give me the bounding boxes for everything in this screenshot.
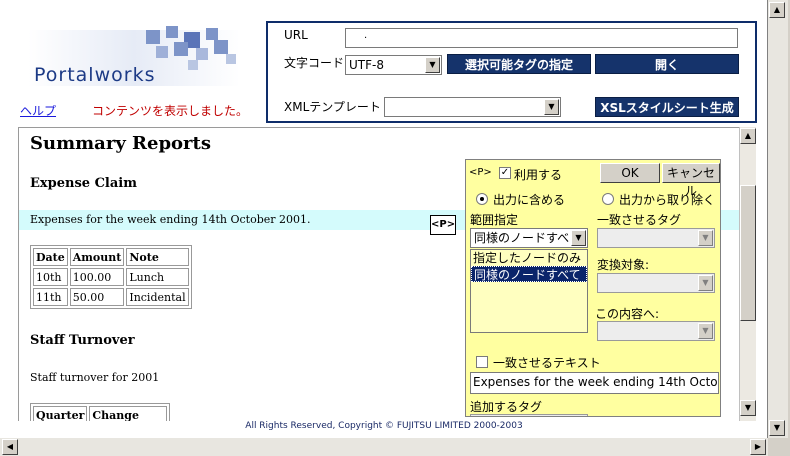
chevron-down-icon[interactable]: ▼ (571, 230, 586, 246)
convert-target-select[interactable]: ▼ (597, 273, 715, 293)
page-title: Summary Reports (30, 133, 211, 154)
table-cell: 11th (33, 288, 68, 306)
window-horizontal-scrollbar[interactable]: ◀ ▶ (0, 438, 768, 456)
xsl-generate-button[interactable]: XSLスタイルシート生成 (595, 97, 739, 117)
table-row: 10th 100.00 Lunch (33, 268, 189, 286)
chevron-down-icon[interactable]: ▼ (425, 57, 440, 73)
table-cell: Incidental (126, 288, 189, 306)
dialog-tag-label: <P> (469, 167, 492, 178)
cancel-button[interactable]: キャンセル (662, 163, 720, 198)
scrollbar-thumb[interactable] (740, 185, 756, 321)
scroll-up-icon[interactable]: ▲ (769, 2, 785, 18)
encoding-select[interactable]: UTF-8 ▼ (345, 55, 442, 75)
to-content-label: この内容へ: (595, 307, 660, 321)
use-label: 利用する (514, 168, 563, 182)
open-button[interactable]: 開く (595, 54, 739, 74)
list-item[interactable]: 指定したノードのみ (471, 250, 587, 266)
chevron-down-icon[interactable]: ▼ (544, 99, 559, 115)
range-options-list[interactable]: 指定したノードのみ 同様のノードすべて (470, 249, 588, 333)
range-value: 同様のノードすべ (474, 231, 570, 245)
help-link[interactable]: ヘルプ (20, 102, 56, 119)
range-select[interactable]: 同様のノードすべ ▼ (470, 228, 588, 248)
p-tag-marker[interactable]: <P> (430, 215, 456, 235)
expense-text[interactable]: Expenses for the week ending 14th Octobe… (30, 213, 311, 226)
logo-text: Portalworks (34, 64, 156, 86)
match-text-label: 一致させるテキスト (493, 356, 601, 370)
status-message: コンテンツを表示しました。 (92, 104, 249, 118)
staff-heading: Staff Turnover (30, 333, 135, 348)
select-tags-button[interactable]: 選択可能タグの指定 (447, 54, 591, 74)
url-label: URL (284, 28, 308, 42)
range-label: 範囲指定 (470, 213, 519, 227)
match-text-checkbox[interactable] (476, 356, 488, 368)
table-header: Date (33, 248, 68, 266)
exclude-radio[interactable] (602, 193, 614, 205)
ok-button[interactable]: OK (600, 163, 660, 183)
match-tag-select[interactable]: ▼ (597, 228, 715, 248)
window-vertical-scrollbar[interactable]: ▲ ▼ (768, 0, 788, 438)
table-header: Quarter (33, 406, 88, 421)
table-row: 11th 50.00 Incidental (33, 288, 189, 306)
match-tag-label: 一致させるタグ (597, 213, 682, 227)
staff-table-wrapper: Quarter Change (30, 403, 171, 421)
xml-template-select[interactable]: ▼ (384, 97, 561, 117)
staff-text: Staff turnover for 2001 (30, 371, 160, 384)
convert-target-label: 変換対象: (597, 258, 650, 272)
to-content-select[interactable]: ▼ (597, 321, 715, 341)
chevron-down-icon: ▼ (698, 323, 713, 339)
encoding-value: UTF-8 (349, 58, 384, 72)
table-cell: Lunch (126, 268, 189, 286)
staff-table: Quarter Change (30, 403, 171, 421)
scroll-left-icon[interactable]: ◀ (2, 439, 18, 455)
exclude-label: 出力から取り除く (619, 193, 716, 207)
add-tag-label: 追加するタグ (470, 400, 543, 414)
table-header: Amount (69, 248, 125, 266)
table-cell: 10th (33, 268, 68, 286)
scroll-right-icon[interactable]: ▶ (750, 439, 766, 455)
chevron-down-icon: ▼ (698, 275, 713, 291)
chevron-down-icon: ▼ (698, 230, 713, 246)
table-header: Change (89, 406, 168, 421)
copyright-footer: All Rights Reserved, Copyright © FUJITSU… (245, 421, 523, 431)
scrollbar-corner (768, 438, 790, 456)
content-vertical-scrollbar[interactable]: ▲ ▼ (739, 127, 756, 421)
table-cell: 50.00 (69, 288, 125, 306)
tag-settings-dialog: <P> ✓ 利用する OK キャンセル 出力に含める 出力から取り除く 範囲指定… (465, 159, 721, 417)
table-cell: 100.00 (69, 268, 125, 286)
url-input[interactable]: . (345, 28, 738, 48)
scroll-down-icon[interactable]: ▼ (740, 400, 756, 416)
expense-table: Date Amount Note 10th 100.00 Lunch 11th … (30, 245, 192, 309)
include-radio[interactable] (476, 193, 488, 205)
list-item-selected[interactable]: 同様のノードすべて (471, 266, 587, 282)
add-tag-select[interactable] (470, 414, 588, 416)
table-header: Note (126, 248, 189, 266)
match-text-input[interactable]: Expenses for the week ending 14th Octobe (470, 372, 719, 394)
encoding-label: 文字コード (284, 56, 345, 70)
include-label: 出力に含める (493, 193, 566, 207)
use-checkbox[interactable]: ✓ (499, 167, 511, 179)
expense-table-wrapper: Date Amount Note 10th 100.00 Lunch 11th … (30, 245, 192, 309)
scroll-up-icon[interactable]: ▲ (740, 128, 756, 144)
xml-template-label: XMLテンプレート (284, 100, 381, 114)
portalworks-logo: Portalworks (28, 24, 248, 90)
expense-heading: Expense Claim (30, 176, 137, 191)
match-text-value: Expenses for the week ending 14th Octobe (473, 375, 719, 389)
url-value: . (364, 30, 368, 41)
scroll-down-icon[interactable]: ▼ (769, 420, 785, 436)
